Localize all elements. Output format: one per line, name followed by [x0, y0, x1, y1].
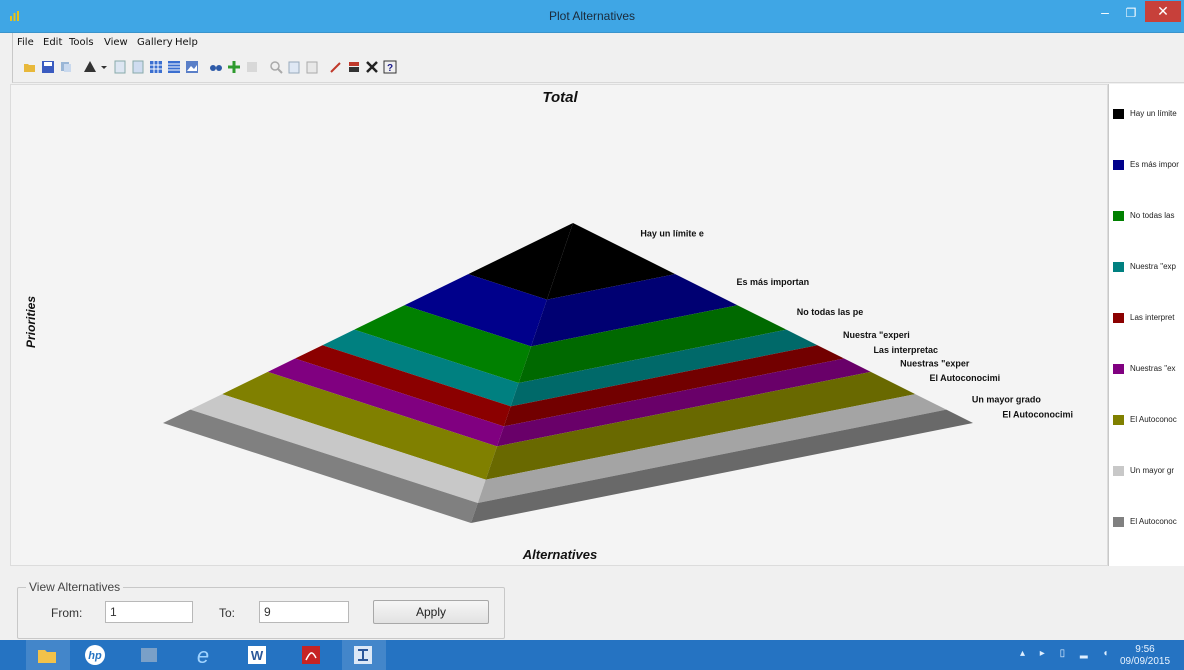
legend-swatch-5 — [1113, 313, 1124, 323]
print-icon[interactable] — [287, 60, 301, 74]
legend-swatch-1 — [1113, 109, 1124, 119]
help-icon[interactable]: ? — [383, 60, 397, 74]
data-label-4: Nuestra "experi — [843, 330, 910, 340]
data-label-8: Un mayor grado — [972, 394, 1042, 404]
legend-label-5: Las interpret — [1130, 313, 1175, 322]
data-label-7: El Autoconocimi — [929, 373, 1000, 383]
close-button[interactable]: ✕ — [1145, 1, 1181, 22]
apply-button[interactable]: Apply — [373, 600, 489, 624]
table-icon[interactable] — [167, 60, 181, 74]
svg-text:?: ? — [387, 63, 393, 74]
data-label-5: Las interpretac — [873, 345, 938, 355]
view-alternatives-label: View Alternatives — [26, 580, 124, 594]
legend-swatch-7 — [1113, 415, 1124, 425]
menu-view[interactable]: View — [104, 37, 128, 48]
save-icon[interactable] — [41, 60, 55, 74]
to-label: To: — [219, 606, 236, 620]
svg-text:hp: hp — [88, 650, 102, 662]
file-explorer-icon[interactable] — [26, 640, 70, 670]
title-bar[interactable]: Plot Alternatives – ❐ ✕ — [0, 0, 1184, 33]
view-alternatives-group: View Alternatives From: To: Apply — [17, 580, 505, 639]
internet-explorer-icon[interactable]: e — [182, 640, 226, 670]
legend-swatch-9 — [1113, 517, 1124, 527]
zoom-icon[interactable] — [269, 60, 283, 74]
legend-label-4: Nuestra "exp — [1130, 262, 1176, 271]
legend-item-8: Un mayor gr — [1113, 465, 1184, 477]
chevron-down-icon[interactable] — [97, 60, 107, 74]
menu-help[interactable]: Help — [175, 37, 198, 48]
legend-label-1: Hay un límite — [1130, 109, 1177, 118]
preview-icon[interactable] — [305, 60, 319, 74]
clock-time: 9:56 — [1135, 644, 1155, 655]
legend-swatch-8 — [1113, 466, 1124, 476]
pen-icon[interactable] — [329, 60, 343, 74]
taskbar: hp e W ▴ ▸ ▯ ▂ ◖ 9:56 09/09/2015 — [0, 640, 1184, 670]
to-field[interactable] — [259, 601, 349, 623]
legend-swatch-4 — [1113, 262, 1124, 272]
app-icon-generic[interactable] — [128, 640, 172, 670]
pyramid-chart: Hay un límite e Es más importan No todas l… — [163, 223, 1073, 523]
legend-swatch-3 — [1113, 211, 1124, 221]
image-icon[interactable] — [185, 60, 199, 74]
legend-item-7: El Autoconoc — [1113, 414, 1184, 426]
legend-item-6: Nuestras "ex — [1113, 363, 1184, 375]
plot-app-icon[interactable] — [342, 640, 386, 670]
menu-tools[interactable]: Tools — [69, 37, 94, 48]
acrobat-icon[interactable] — [290, 640, 334, 670]
menu-edit[interactable]: Edit — [43, 37, 62, 48]
legend-item-1: Hay un límite — [1113, 108, 1184, 120]
legend: Hay un límite Es más impor No todas las Nue… — [1108, 84, 1184, 566]
data-label-3: No todas las pe — [797, 307, 864, 317]
legend-label-2: Es más impor — [1130, 160, 1179, 169]
plot-alternatives-window: Plot Alternatives – ❐ ✕ File Edit Tools … — [0, 0, 1184, 670]
copy-icon[interactable] — [59, 60, 73, 74]
legend-label-8: Un mayor gr — [1130, 466, 1175, 475]
legend-swatch-2 — [1113, 160, 1124, 170]
data-label-6: Nuestras "exper — [900, 359, 970, 369]
data-label-1: Hay un límite e — [640, 229, 704, 239]
legend-label-6: Nuestras "ex — [1130, 364, 1176, 373]
delete-icon[interactable] — [365, 60, 379, 74]
menu-gallery[interactable]: Gallery — [137, 37, 173, 48]
legend-swatch-6 — [1113, 364, 1124, 374]
chart-type-icon[interactable] — [83, 60, 97, 74]
menu-file[interactable]: File — [17, 37, 34, 48]
page-icon[interactable] — [113, 60, 127, 74]
legend-label-3: No todas las — [1130, 211, 1175, 220]
legend-item-4: Nuestra "exp — [1113, 261, 1184, 273]
plot-area[interactable]: Total Priorities Alternatives Hay un lím… — [10, 84, 1108, 566]
page2-icon[interactable] — [131, 60, 145, 74]
color-icon[interactable] — [347, 60, 361, 74]
legend-item-5: Las interpret — [1113, 312, 1184, 324]
minimize-button[interactable]: – — [1092, 2, 1118, 24]
legend-item-2: Es más impor — [1113, 159, 1184, 171]
open-icon[interactable] — [23, 60, 37, 74]
from-label: From: — [51, 606, 83, 620]
restore-button[interactable]: ❐ — [1118, 2, 1144, 24]
from-field[interactable] — [105, 601, 193, 623]
data-label-2: Es más importan — [737, 277, 810, 287]
svg-text:e: e — [197, 644, 209, 666]
word-icon[interactable]: W — [236, 640, 280, 670]
hp-icon[interactable]: hp — [74, 640, 118, 670]
toolbar: ? — [12, 53, 1184, 83]
svg-text:W: W — [251, 648, 264, 663]
binoculars-icon[interactable] — [209, 60, 223, 74]
legend-item-9: El Autoconoc — [1113, 516, 1184, 528]
system-tray[interactable]: ▴ ▸ ▯ ▂ ◖ — [1020, 648, 1114, 659]
menu-bar: File Edit Tools View Gallery Help — [12, 33, 1184, 53]
legend-item-3: No todas las — [1113, 210, 1184, 222]
window-title: Plot Alternatives — [548, 9, 636, 23]
legend-label-9: El Autoconoc — [1130, 517, 1177, 526]
data-label-9: El Autoconocimi — [1002, 410, 1073, 420]
move-icon[interactable] — [227, 60, 241, 74]
legend-label-7: El Autoconoc — [1130, 415, 1177, 424]
grid-icon[interactable] — [149, 60, 163, 74]
clock-date: 09/09/2015 — [1120, 656, 1171, 667]
edit-icon[interactable] — [245, 60, 259, 74]
